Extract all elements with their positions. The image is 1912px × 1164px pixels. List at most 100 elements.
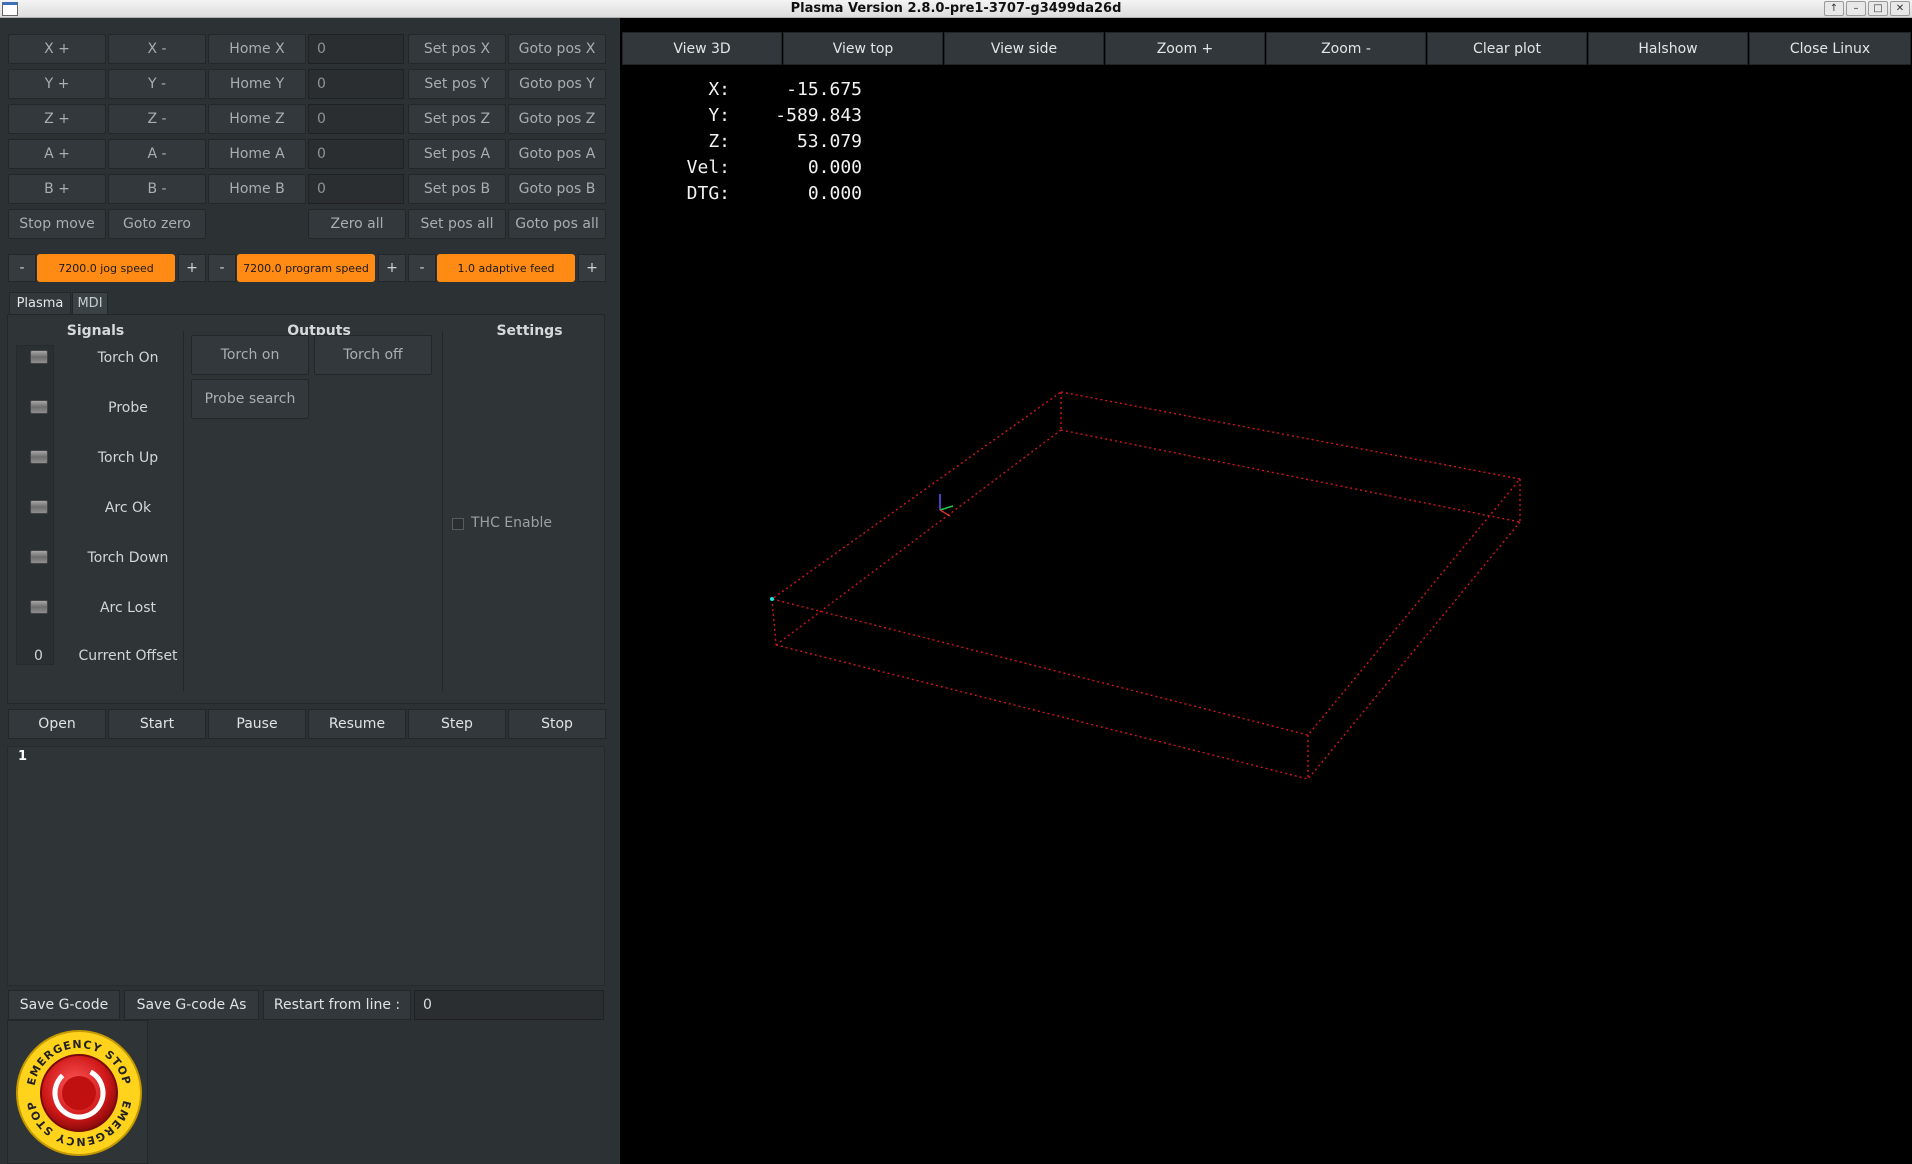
halshow-button[interactable]: Halshow (1588, 32, 1748, 65)
emergency-stop-icon[interactable]: EMERGENCY STOP EMERGENCY STOP (14, 1028, 144, 1158)
gcode-editor[interactable]: 1 (7, 746, 605, 986)
arc-ok-led (30, 500, 48, 514)
set-pos-y-button[interactable]: Set pos Y (408, 69, 506, 99)
jog-b-minus-button[interactable]: B - (108, 174, 206, 204)
open-button[interactable]: Open (8, 709, 106, 739)
plasma-tab-panel: Signals Outputs Settings Torch On Probe … (7, 314, 605, 704)
torch-on-button[interactable]: Torch on (191, 335, 309, 375)
signals-header: Signals (66, 323, 125, 339)
adaptive-feed-decrease-button[interactable]: - (408, 254, 436, 282)
jog-z-plus-button[interactable]: Z + (8, 104, 106, 134)
stop-move-button[interactable]: Stop move (8, 209, 106, 239)
goto-pos-y-button[interactable]: Goto pos Y (508, 69, 606, 99)
set-pos-z-button[interactable]: Set pos Z (408, 104, 506, 134)
jog-z-minus-button[interactable]: Z - (108, 104, 206, 134)
signal-torch-down-label: Torch Down (87, 550, 169, 566)
window-titlebar: Plasma Version 2.8.0-pre1-3707-g3499da26… (0, 0, 1912, 18)
estop-panel: EMERGENCY STOP EMERGENCY STOP (7, 1020, 148, 1164)
adaptive-feed-bar[interactable]: 1.0 adaptive feed (437, 254, 575, 282)
set-pos-b-button[interactable]: Set pos B (408, 174, 506, 204)
probe-search-button[interactable]: Probe search (191, 379, 309, 419)
clear-plot-button[interactable]: Clear plot (1427, 32, 1587, 65)
jog-b-plus-button[interactable]: B + (8, 174, 106, 204)
signal-torch-up-label: Torch Up (97, 450, 159, 466)
set-pos-x-button[interactable]: Set pos X (408, 34, 506, 64)
zoom-in-button[interactable]: Zoom + (1105, 32, 1265, 65)
x-position-input[interactable]: 0 (308, 34, 404, 64)
window-minimize-button[interactable]: – (1846, 1, 1866, 16)
view-top-button[interactable]: View top (783, 32, 943, 65)
goto-pos-b-button[interactable]: Goto pos B (508, 174, 606, 204)
torch-off-button[interactable]: Torch off (314, 335, 432, 375)
torch-on-led (30, 350, 48, 364)
home-y-button[interactable]: Home Y (208, 69, 306, 99)
current-offset-value: 0 (34, 648, 43, 664)
home-x-button[interactable]: Home X (208, 34, 306, 64)
jog-a-plus-button[interactable]: A + (8, 139, 106, 169)
control-panel: X + X - Home X 0 Set pos X Goto pos X Y … (0, 18, 620, 1164)
goto-pos-x-button[interactable]: Goto pos X (508, 34, 606, 64)
restart-line-input[interactable]: 0 (414, 990, 604, 1020)
jog-a-minus-button[interactable]: A - (108, 139, 206, 169)
goto-pos-z-button[interactable]: Goto pos Z (508, 104, 606, 134)
restart-from-line-label: Restart from line : (263, 990, 411, 1020)
goto-pos-a-button[interactable]: Goto pos A (508, 139, 606, 169)
signal-torch-on-label: Torch On (97, 350, 159, 366)
jog-speed-decrease-button[interactable]: - (8, 254, 36, 282)
program-speed-bar[interactable]: 7200.0 program speed (237, 254, 375, 282)
signal-arc-ok-label: Arc Ok (104, 500, 152, 516)
tab-mdi[interactable]: MDI (72, 292, 108, 314)
stop-button[interactable]: Stop (508, 709, 606, 739)
adaptive-feed-increase-button[interactable]: + (578, 254, 606, 282)
close-linux-button[interactable]: Close Linux (1749, 32, 1911, 65)
set-pos-a-button[interactable]: Set pos A (408, 139, 506, 169)
toolpath-preview[interactable]: X: -15.675 Y: -589.843 Z: 53.079 Vel: 0.… (622, 66, 1912, 1164)
settings-header: Settings (496, 323, 563, 339)
jog-y-minus-button[interactable]: Y - (108, 69, 206, 99)
home-z-button[interactable]: Home Z (208, 104, 306, 134)
zoom-out-button[interactable]: Zoom - (1266, 32, 1426, 65)
program-speed-increase-button[interactable]: + (378, 254, 406, 282)
home-b-button[interactable]: Home B (208, 174, 306, 204)
arc-lost-led (30, 600, 48, 614)
save-gcode-button[interactable]: Save G-code (8, 990, 120, 1020)
step-button[interactable]: Step (408, 709, 506, 739)
jog-x-minus-button[interactable]: X - (108, 34, 206, 64)
y-position-input[interactable]: 0 (308, 69, 404, 99)
resume-button[interactable]: Resume (308, 709, 406, 739)
view-side-button[interactable]: View side (944, 32, 1104, 65)
a-position-input[interactable]: 0 (308, 139, 404, 169)
machine-boundary-box (770, 391, 1522, 780)
torch-down-led (30, 550, 48, 564)
probe-led (30, 400, 48, 414)
jog-y-plus-button[interactable]: Y + (8, 69, 106, 99)
signal-probe-label: Probe (108, 400, 148, 416)
thc-enable-checkbox[interactable] (452, 518, 464, 530)
current-offset-label: Current Offset (78, 648, 178, 664)
home-a-button[interactable]: Home A (208, 139, 306, 169)
program-speed-decrease-button[interactable]: - (208, 254, 236, 282)
jog-speed-increase-button[interactable]: + (178, 254, 206, 282)
zero-all-button[interactable]: Zero all (308, 209, 406, 239)
window-close-button[interactable]: ✕ (1890, 1, 1910, 16)
b-position-input[interactable]: 0 (308, 174, 404, 204)
signal-arc-lost-label: Arc Lost (99, 600, 157, 616)
jog-speed-bar[interactable]: 7200.0 jog speed (37, 254, 175, 282)
set-pos-all-button[interactable]: Set pos all (408, 209, 506, 239)
pause-button[interactable]: Pause (208, 709, 306, 739)
z-position-input[interactable]: 0 (308, 104, 404, 134)
torch-up-led (30, 450, 48, 464)
window-title: Plasma Version 2.8.0-pre1-3707-g3499da26… (790, 1, 1122, 16)
tab-plasma[interactable]: Plasma (9, 292, 71, 314)
start-button[interactable]: Start (108, 709, 206, 739)
goto-pos-all-button[interactable]: Goto pos all (508, 209, 606, 239)
axis-origin-icon (770, 494, 954, 601)
goto-zero-button[interactable]: Goto zero (108, 209, 206, 239)
window-shade-button[interactable]: ↑ (1824, 1, 1844, 16)
thc-enable-label: THC Enable (471, 515, 552, 531)
view-3d-button[interactable]: View 3D (622, 32, 782, 65)
jog-x-plus-button[interactable]: X + (8, 34, 106, 64)
gcode-line-number: 1 (18, 749, 28, 764)
window-maximize-button[interactable]: □ (1868, 1, 1888, 16)
save-gcode-as-button[interactable]: Save G-code As (124, 990, 259, 1020)
